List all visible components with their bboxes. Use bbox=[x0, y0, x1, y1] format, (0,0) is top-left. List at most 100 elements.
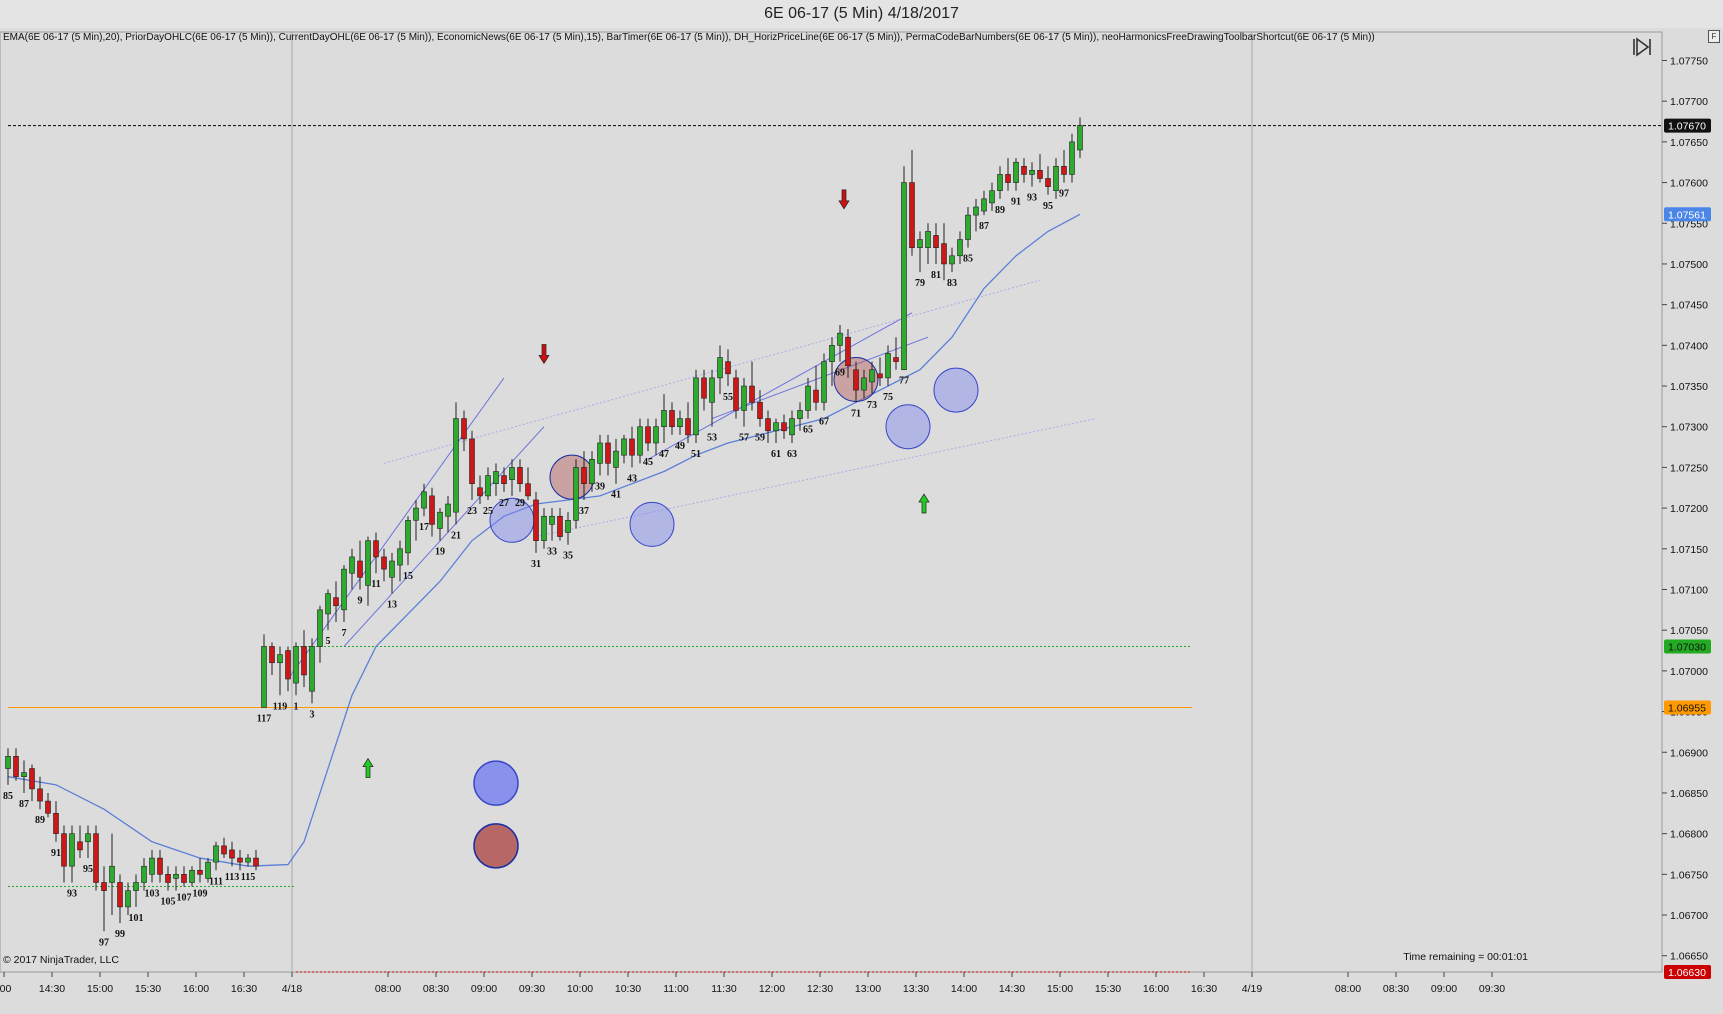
bar-number: 95 bbox=[83, 864, 93, 875]
candle-body bbox=[525, 483, 531, 497]
candle-body bbox=[421, 491, 427, 509]
candle-body bbox=[829, 345, 835, 362]
bar-number: 41 bbox=[611, 490, 621, 501]
x-tick-label: 09:00 bbox=[471, 983, 497, 995]
bar-number: 1 bbox=[294, 701, 299, 712]
copyright-text: © 2017 NinjaTrader, LLC bbox=[3, 954, 119, 966]
candle-body bbox=[245, 857, 251, 863]
red-circle bbox=[549, 454, 595, 500]
candle-body bbox=[813, 389, 819, 403]
candle bbox=[573, 459, 579, 529]
candle-body bbox=[325, 593, 331, 615]
bar-number: 97 bbox=[1059, 189, 1069, 200]
candle-body bbox=[413, 507, 419, 521]
candle-body bbox=[853, 369, 859, 391]
bar-number: 29 bbox=[515, 498, 525, 509]
candle-body bbox=[621, 438, 627, 456]
bar-number: 23 bbox=[467, 506, 477, 517]
bar-number: 93 bbox=[1027, 193, 1037, 204]
y-tick-label: 1.06750 bbox=[1670, 869, 1708, 881]
price-tag-label: 1.07670 bbox=[1668, 121, 1706, 133]
candle bbox=[693, 369, 699, 443]
candle-body bbox=[869, 369, 875, 383]
candle-body bbox=[733, 377, 739, 411]
time-remaining-text: Time remaining = 00:01:01 bbox=[1403, 951, 1528, 963]
y-tick-label: 1.06700 bbox=[1670, 910, 1708, 922]
y-tick-label: 1.07150 bbox=[1670, 544, 1708, 556]
candle-body bbox=[309, 646, 315, 692]
blue-circle bbox=[933, 367, 979, 413]
bar-number: 91 bbox=[51, 848, 61, 859]
candle-body bbox=[765, 418, 771, 432]
candle-body bbox=[877, 373, 883, 379]
x-tick-label: 09:30 bbox=[1479, 983, 1505, 995]
y-tick-label: 1.07300 bbox=[1670, 422, 1708, 434]
candle-body bbox=[1021, 165, 1027, 175]
candle-body bbox=[781, 422, 787, 432]
candle-body bbox=[365, 540, 371, 586]
candle-body bbox=[1029, 170, 1035, 175]
candle-body bbox=[157, 857, 163, 875]
candle-body bbox=[285, 650, 291, 680]
bar-number: 85 bbox=[3, 791, 13, 802]
bar-number: 97 bbox=[99, 937, 109, 948]
candle-body bbox=[605, 442, 611, 464]
candle-body bbox=[453, 418, 459, 513]
candle-body bbox=[533, 499, 539, 541]
y-tick-label: 1.07000 bbox=[1670, 666, 1708, 678]
y-tick-label: 1.07600 bbox=[1670, 178, 1708, 190]
candle-body bbox=[477, 487, 483, 497]
candle-body bbox=[845, 336, 851, 366]
candle-body bbox=[333, 597, 339, 607]
candle-body bbox=[29, 768, 35, 790]
candle-body bbox=[5, 756, 11, 769]
candle-body bbox=[21, 772, 27, 777]
x-tick-label: 13:30 bbox=[903, 983, 929, 995]
y-tick-label: 1.06900 bbox=[1670, 747, 1708, 759]
candle-body bbox=[437, 511, 443, 529]
candle-body bbox=[677, 418, 683, 428]
bar-number: 15 bbox=[403, 571, 413, 582]
candle-body bbox=[933, 235, 939, 248]
bar-number: 91 bbox=[1011, 197, 1021, 208]
bar-number: 11 bbox=[371, 579, 380, 590]
candle-body bbox=[917, 239, 923, 248]
skip-forward-icon[interactable] bbox=[1632, 37, 1654, 57]
x-tick-label: 16:00 bbox=[1143, 983, 1169, 995]
candle-body bbox=[989, 190, 995, 204]
candle-body bbox=[461, 418, 467, 440]
y-tick-label: 1.07750 bbox=[1670, 55, 1708, 67]
candle-body bbox=[509, 467, 515, 480]
blue-circle bbox=[629, 501, 675, 547]
f-icon[interactable]: F bbox=[1708, 30, 1720, 43]
x-tick-label: 16:30 bbox=[231, 983, 257, 995]
blue-circle bbox=[473, 760, 519, 806]
candle bbox=[901, 166, 907, 371]
x-tick-label: 14:30 bbox=[39, 983, 65, 995]
candle-body bbox=[701, 377, 707, 399]
x-tick-label: 10:00 bbox=[567, 983, 593, 995]
x-tick-label: 11:30 bbox=[711, 983, 737, 995]
price-chart[interactable]: 8587899193959799101103105 107 109111 113 115… bbox=[0, 28, 1723, 1014]
bar-number: 51 bbox=[691, 449, 701, 460]
price-tag: 1.07561 bbox=[1664, 207, 1711, 222]
window-title: 6E 06-17 (5 Min) 4/18/2017 bbox=[764, 5, 959, 22]
candle-body bbox=[373, 540, 379, 558]
x-tick-label: 14:00 bbox=[951, 983, 977, 995]
bar-number: 27 bbox=[499, 498, 509, 509]
x-tick-label: 08:00 bbox=[1335, 983, 1361, 995]
candle-body bbox=[941, 243, 947, 265]
candle-body bbox=[277, 654, 283, 664]
y-tick-label: 1.07050 bbox=[1670, 625, 1708, 637]
candle bbox=[93, 825, 99, 891]
bar-number: 61 bbox=[771, 449, 781, 460]
candle-body bbox=[13, 756, 19, 777]
red-circle bbox=[473, 823, 519, 869]
y-tick-label: 1.06650 bbox=[1670, 951, 1708, 963]
bar-number: 55 bbox=[723, 392, 733, 403]
bar-number: 105 bbox=[161, 897, 176, 908]
bar-number: 5 bbox=[326, 636, 331, 647]
candle-body bbox=[469, 438, 475, 484]
bar-number: 75 bbox=[883, 392, 893, 403]
candle-body bbox=[893, 357, 899, 362]
